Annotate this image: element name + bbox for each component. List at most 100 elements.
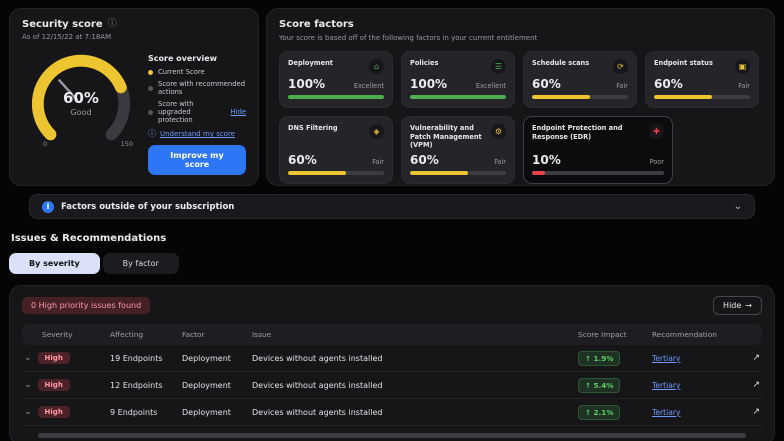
factor-card[interactable]: DNS Filtering ◈ 60% Fair [279, 116, 393, 184]
factor-card[interactable]: Endpoint status ▣ 60% Fair [645, 51, 759, 108]
column-header-factor: Factor [182, 330, 205, 339]
row-chevron-icon[interactable]: ⌄ [24, 407, 32, 417]
factor-card[interactable]: Policies ☰ 100% Excellent [401, 51, 515, 108]
understand-score-link[interactable]: Understand my score [160, 130, 235, 138]
recommendation-cell: Tertiary [652, 408, 738, 417]
issues-toolbar: 0 High priority issues found Hide → [22, 296, 762, 315]
factor-value: 10% [532, 152, 561, 167]
schedule-scans-icon: ⟳ [613, 59, 628, 74]
factor-value-row: 60% Fair [410, 150, 506, 167]
score-body: 60% Good 0 150 Score overview Current Sc… [22, 45, 246, 175]
horizontal-scrollbar[interactable] [38, 433, 746, 438]
table-row[interactable]: ⌄ High 12 Endpoints Deployment Devices w… [22, 372, 762, 399]
endpoint-status-monitor-icon: ▣ [735, 59, 750, 74]
factor-progress-fill [654, 95, 712, 99]
factor-card[interactable]: Deployment ⌂ 100% Excellent [279, 51, 393, 108]
row-chevron-icon[interactable]: ⌄ [24, 380, 32, 390]
recommendation-link[interactable]: Tertiary [652, 354, 681, 363]
arrow-right-icon: → [745, 301, 752, 310]
score-factors-subtitle: Your score is based off of the following… [279, 34, 538, 42]
issues-section-title: Issues & Recommendations [11, 233, 167, 244]
understand-score-icon: ⓘ [148, 129, 156, 138]
factor-card[interactable]: Vulnerability and Patch Management (VPM)… [401, 116, 515, 184]
legend-dot [148, 69, 153, 75]
factor-card-head: Endpoint status ▣ [654, 59, 750, 74]
factor-status: Fair [372, 157, 384, 166]
score-impact-badge: ↑ 1.9% [578, 350, 621, 366]
legend-item: Current Score [148, 68, 246, 76]
score-impact-badge: ↑ 5.4% [578, 377, 621, 393]
legend-item: Score with upgraded protection Hide [148, 100, 246, 124]
severity-badge: High [37, 379, 70, 391]
hide-button-label: Hide [723, 301, 742, 310]
factor-name: Endpoint Protection and Response (EDR) [532, 124, 623, 141]
gauge-min-label: 0 [43, 140, 48, 148]
deployment-home-icon: ⌂ [369, 59, 384, 74]
factor-value-row: 100% Excellent [410, 74, 506, 91]
tab-by-factor[interactable]: By factor [102, 253, 179, 274]
table-row[interactable]: ⌄ High 9 Endpoints Deployment Devices wi… [22, 399, 762, 426]
security-dashboard: Security score ⓘ As of 12/15/22 at 7:18A… [0, 0, 784, 441]
table-row[interactable]: ⌄ High 19 Endpoints Deployment Devices w… [22, 345, 762, 372]
recommendation-link[interactable]: Tertiary [652, 381, 681, 390]
severity-badge: High [37, 406, 70, 418]
column-header-issue: Issue [252, 330, 272, 339]
factor-card[interactable]: Endpoint Protection and Response (EDR) ✚… [523, 116, 673, 184]
legend-label: Score with upgraded protection [158, 100, 194, 124]
factor-name: DNS Filtering [288, 124, 338, 132]
factor-card-head: Endpoint Protection and Response (EDR) ✚ [532, 124, 664, 141]
security-score-header: Security score ⓘ [22, 19, 246, 30]
gauge-max-label: 150 [120, 140, 133, 148]
factor-progress-track [410, 95, 506, 99]
issues-tabs: By severity By factor [9, 253, 775, 274]
factor-progress-fill [532, 95, 590, 99]
external-link-icon[interactable]: ↗ [738, 380, 762, 390]
issue-cell: Devices without agents installed [252, 407, 383, 417]
legend-label: Current Score [158, 68, 205, 76]
factor-value-row: 60% Fair [288, 150, 384, 167]
tab-by-severity[interactable]: By severity [9, 253, 100, 274]
top-row: Security score ⓘ As of 12/15/22 at 7:18A… [9, 8, 775, 186]
understand-score-row: ⓘ Understand my score [148, 129, 246, 139]
score-impact-cell: ↑ 2.1% [578, 404, 652, 420]
column-header-affecting: Affecting [110, 330, 144, 339]
legend-suffix-link[interactable]: Hide [231, 108, 247, 116]
outside-subscription-label: Factors outside of your subscription [61, 201, 235, 212]
factor-name: Deployment [288, 59, 333, 67]
hide-button[interactable]: Hide → [713, 296, 762, 315]
factor-name: Schedule scans [532, 59, 590, 67]
factor-status: Fair [494, 157, 506, 166]
score-factors-title: Score factors [279, 19, 354, 30]
factor-progress-fill [288, 95, 384, 99]
factor-value: 100% [288, 77, 326, 91]
factor-cell: Deployment [182, 353, 231, 363]
chevron-down-icon[interactable]: ⌄ [734, 201, 742, 212]
factor-cell: Deployment [182, 407, 231, 417]
factor-progress-track [532, 95, 628, 99]
factor-value: 60% [532, 77, 561, 91]
factor-card[interactable]: Schedule scans ⟳ 60% Fair [523, 51, 637, 108]
recommendation-link[interactable]: Tertiary [652, 408, 681, 417]
factor-cards: Deployment ⌂ 100% Excellent Policies ☰ 1… [279, 51, 762, 184]
score-overview-list: Current Score Score with recommended act… [148, 68, 246, 128]
score-as-of-timestamp: As of 12/15/22 at 7:18AM [22, 33, 112, 41]
factor-status: Excellent [475, 82, 506, 90]
affecting-cell: 12 Endpoints [110, 380, 163, 390]
external-link-icon[interactable]: ↗ [738, 353, 762, 363]
edr-shield-icon: ✚ [649, 124, 664, 139]
factor-progress-track [410, 170, 506, 175]
subscription-info-icon: i [42, 200, 54, 213]
info-icon[interactable]: ⓘ [108, 20, 117, 29]
factor-cell: Deployment [182, 380, 231, 390]
factor-progress-fill [532, 170, 546, 175]
improve-score-button[interactable]: Improve my score [148, 145, 246, 175]
factor-status: Poor [649, 157, 664, 166]
column-header-score-impact: Score Impact [578, 330, 627, 339]
row-chevron-icon[interactable]: ⌄ [24, 353, 32, 363]
external-link-icon[interactable]: ↗ [738, 407, 762, 417]
factor-card-head: Vulnerability and Patch Management (VPM)… [410, 124, 506, 150]
security-score-title: Security score [22, 19, 103, 30]
factor-progress-track [288, 170, 384, 175]
outside-subscription-bar[interactable]: i Factors outside of your subscription ⌄ [29, 194, 755, 219]
score-impact-cell: ↑ 5.4% [578, 377, 652, 393]
